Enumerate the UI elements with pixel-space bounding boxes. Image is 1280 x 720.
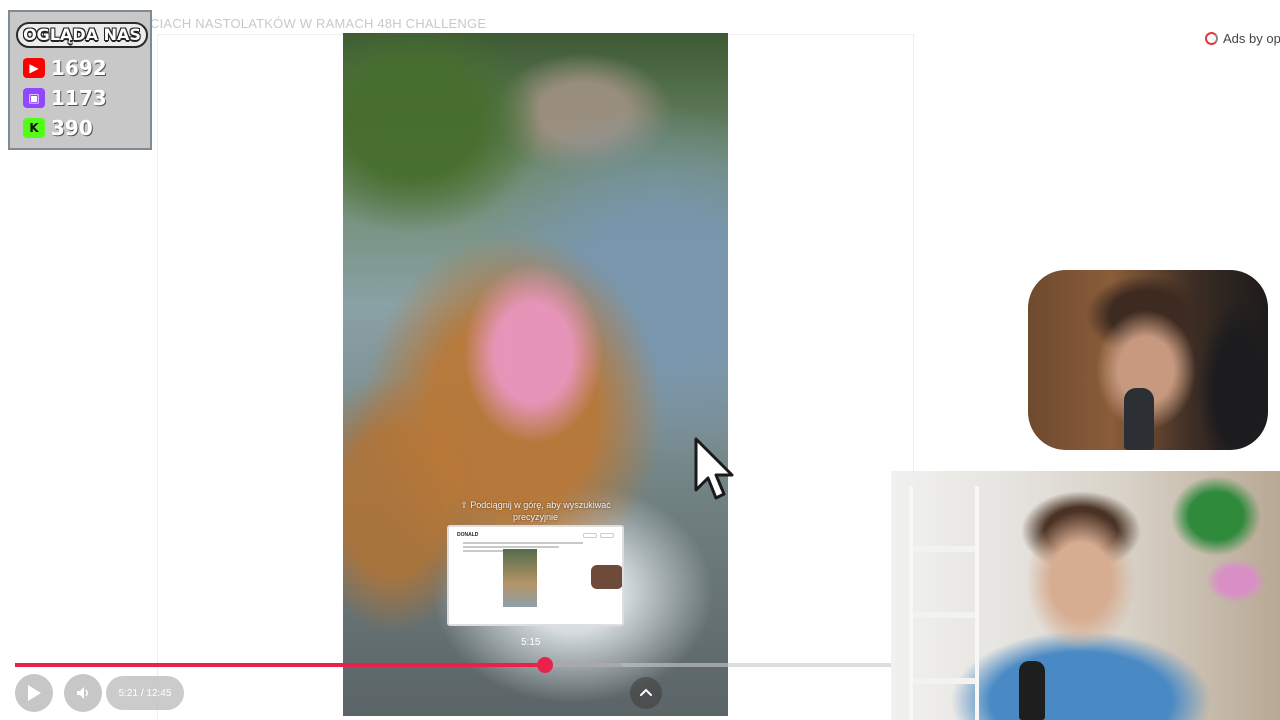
preview-buttons — [583, 533, 614, 538]
bookshelf — [909, 486, 979, 720]
streamer-webcam-1 — [1028, 270, 1268, 450]
ads-logo-icon — [1205, 32, 1218, 45]
progress-bar[interactable] — [15, 663, 891, 667]
microphone — [1019, 661, 1045, 720]
play-icon — [28, 685, 41, 701]
volume-button[interactable] — [64, 674, 102, 712]
volume-icon — [77, 687, 88, 699]
expand-button[interactable] — [630, 677, 662, 709]
kick-icon: K — [23, 118, 45, 138]
twitch-icon: ▣ — [23, 88, 45, 108]
microphone — [1124, 388, 1154, 450]
youtube-count: 1692 — [51, 56, 107, 80]
chevron-up-icon — [640, 688, 652, 696]
page-title: CIACH NASTOLATKÓW W RAMACH 48H CHALLENGE — [150, 16, 487, 31]
kick-count: 390 — [51, 116, 93, 140]
preview-mini-webcam — [591, 565, 622, 589]
mouse-cursor-icon — [694, 437, 734, 500]
progress-played — [15, 663, 545, 667]
viewer-counter-title: OGLĄDA NAS — [16, 22, 148, 48]
play-button[interactable] — [15, 674, 53, 712]
ads-by-link[interactable]: Ads by op — [1205, 31, 1280, 46]
youtube-icon: ▶ — [23, 58, 45, 78]
seek-preview-time: 5:15 — [521, 637, 541, 648]
youtube-counter: ▶ 1692 — [23, 56, 107, 80]
twitch-counter: ▣ 1173 — [23, 86, 107, 110]
twitch-count: 1173 — [51, 86, 107, 110]
ads-label: Ads by op — [1223, 31, 1280, 46]
progress-scrubber-handle[interactable] — [536, 657, 553, 673]
swipe-hint: ⇧ Podciągnij w górę, aby wyszukiwać prec… — [460, 500, 611, 522]
preview-mini-video — [503, 549, 537, 607]
viewer-counter-panel: OGLĄDA NAS ▶ 1692 ▣ 1173 K 390 — [8, 10, 152, 150]
video-player[interactable]: ⇧ Podciągnij w górę, aby wyszukiwać prec… — [343, 33, 728, 716]
preview-logo: DONALD — [457, 532, 479, 538]
kick-counter: K 390 — [23, 116, 93, 140]
seek-preview-thumbnail: DONALD — [447, 525, 624, 626]
time-display: 5:21 / 12:45 — [106, 676, 184, 710]
streamer-webcam-2 — [891, 471, 1280, 720]
